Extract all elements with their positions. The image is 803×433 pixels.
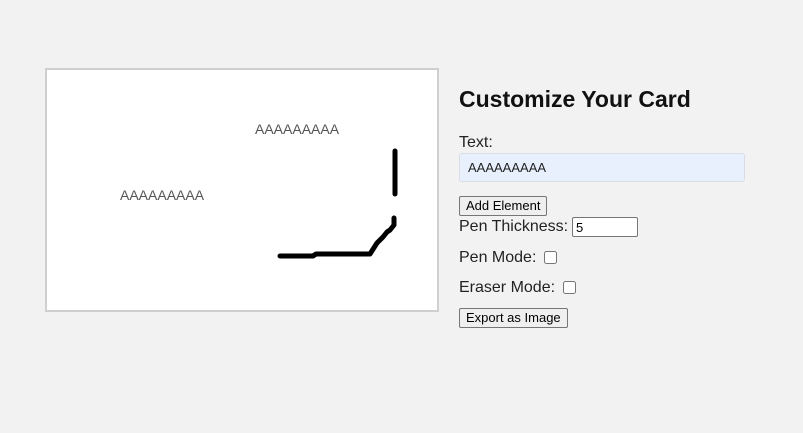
pen-thickness-input[interactable]	[572, 217, 638, 237]
export-image-button[interactable]: Export as Image	[459, 308, 568, 328]
pen-mode-checkbox[interactable]	[544, 251, 557, 264]
eraser-mode-label: Eraser Mode:	[459, 279, 556, 296]
eraser-mode-checkbox[interactable]	[563, 281, 576, 294]
panel-title: Customize Your Card	[459, 86, 691, 112]
pen-mode-label: Pen Mode:	[459, 249, 537, 266]
pen-strokes	[277, 148, 398, 259]
drawing-canvas[interactable]: AAAAAAAAA AAAAAAAAA	[45, 68, 439, 312]
pen-thickness-label: Pen Thickness:	[459, 218, 569, 235]
add-element-button[interactable]: Add Element	[459, 196, 548, 216]
customize-panel: Customize Your Card Text: Add Element Pe…	[459, 86, 779, 328]
text-input[interactable]	[459, 153, 745, 182]
pen-stroke	[277, 215, 397, 259]
text-label: Text:	[459, 134, 493, 151]
